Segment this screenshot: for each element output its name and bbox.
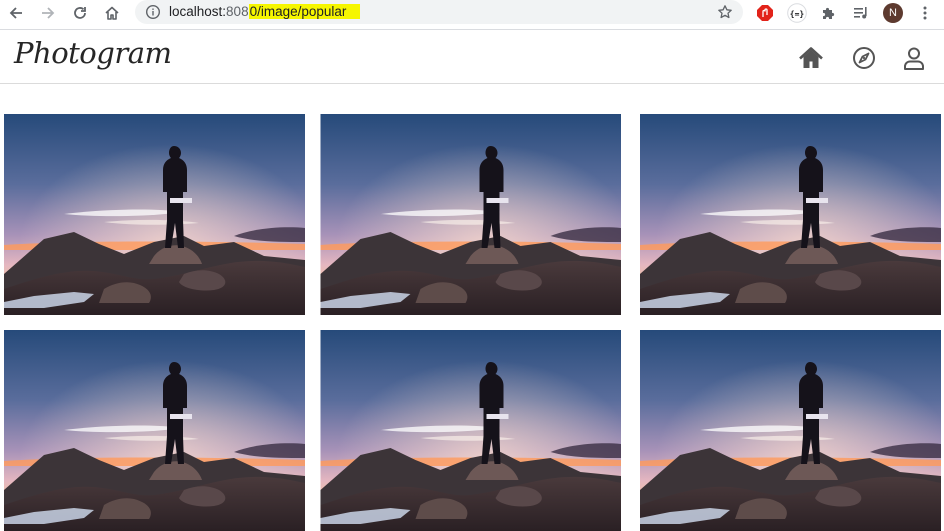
- user-icon[interactable]: [901, 45, 927, 71]
- compass-icon[interactable]: [851, 45, 877, 71]
- url-text[interactable]: localhost:8080/image/popular: [169, 0, 361, 24]
- media-playlist-icon[interactable]: [851, 3, 871, 23]
- photo-image: [4, 330, 305, 531]
- json-viewer-icon[interactable]: {=}: [787, 3, 807, 23]
- photo-tile[interactable]: [4, 114, 305, 315]
- photo-tile[interactable]: [637, 114, 944, 315]
- photo-tile[interactable]: [4, 330, 305, 531]
- home-icon[interactable]: [798, 45, 824, 71]
- photo-tile[interactable]: [320, 330, 621, 531]
- home-icon[interactable]: [102, 3, 122, 23]
- app-logo[interactable]: Photogram: [14, 36, 172, 70]
- photo-image: [320, 114, 621, 315]
- profile-initial: N: [889, 7, 897, 19]
- adblock-icon[interactable]: [755, 3, 775, 23]
- photo-image: [4, 114, 305, 315]
- photo-tile[interactable]: [320, 114, 621, 315]
- photo-image: [320, 330, 621, 531]
- url-port: 808: [226, 4, 249, 19]
- kebab-menu-icon[interactable]: [915, 3, 935, 23]
- star-icon[interactable]: [717, 4, 733, 20]
- back-arrow-icon[interactable]: [6, 3, 26, 23]
- photo-image: [640, 114, 941, 315]
- url-host: localhost:: [169, 4, 227, 19]
- info-icon[interactable]: [145, 4, 161, 20]
- browser-toolbar: localhost:8080/image/popular {=} N: [0, 0, 944, 26]
- photo-tile[interactable]: [637, 330, 944, 531]
- forward-arrow-icon[interactable]: [38, 3, 58, 23]
- address-bar[interactable]: localhost:8080/image/popular: [135, 0, 743, 24]
- url-path-highlighted: 0/image/popular: [248, 4, 361, 19]
- photo-image: [640, 330, 941, 531]
- puzzle-icon[interactable]: [819, 3, 839, 23]
- app-header: Photogram: [0, 30, 944, 84]
- profile-avatar[interactable]: N: [883, 3, 903, 23]
- svg-text:{=}: {=}: [790, 10, 805, 19]
- reload-icon[interactable]: [70, 3, 90, 23]
